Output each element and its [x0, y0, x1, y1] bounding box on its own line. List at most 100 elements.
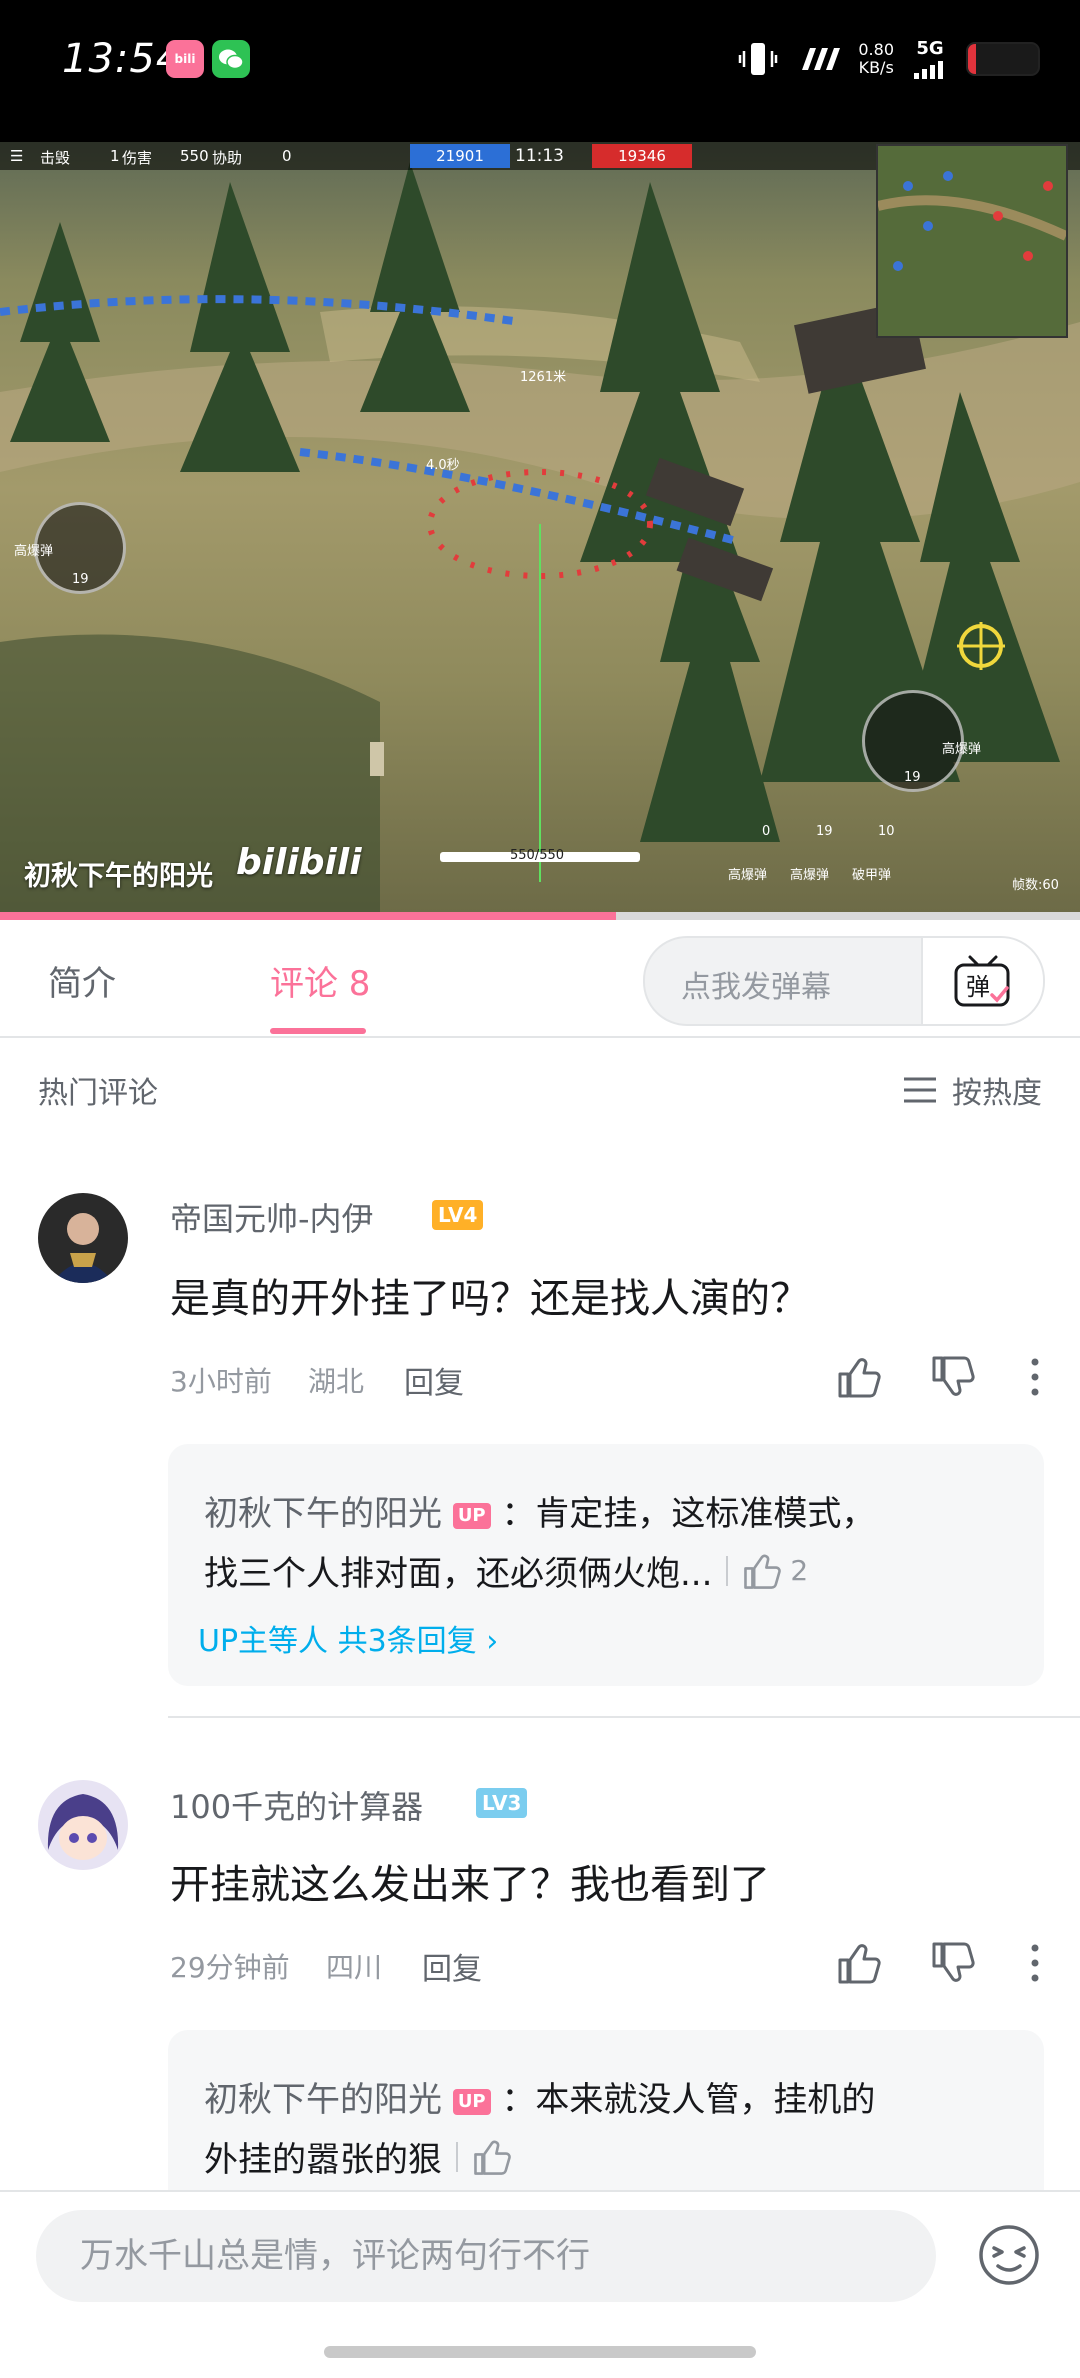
comment-username[interactable]: 100千克的计算器 — [170, 1782, 423, 1828]
status-icons: 0.80 KB/s 5G — [738, 36, 1040, 82]
comment-divider — [168, 1716, 1080, 1718]
sub-reply-username[interactable]: 初秋下午的阳光 — [204, 1494, 442, 1534]
danmaku-input[interactable]: 点我发弹幕 弹 — [643, 936, 1045, 1026]
sub-reply-line-1: 初秋下午的阳光 UP ：本来就没人管，挂机的 — [204, 2072, 875, 2121]
sub-reply-line-2: 找三个人排对面，还必须俩火炮... 2 — [204, 1546, 808, 1595]
thumbs-down-icon[interactable] — [930, 1354, 976, 1400]
signal-strength-icon — [802, 48, 841, 70]
more-replies-text: UP主等人 共3条回复 — [198, 1624, 477, 1659]
sub-reply-like-count: 2 — [790, 1554, 809, 1587]
danmaku-tv-icon: 弹 — [954, 955, 1010, 1007]
hud-assist-label: 协助 — [212, 149, 243, 167]
cellular-bars-icon — [914, 61, 943, 79]
fps-counter: 帧数:60 — [1012, 878, 1059, 893]
video-watermark-name: 初秋下午的阳光 — [24, 861, 213, 892]
left-ammo-label: 高爆弹 — [14, 544, 54, 559]
red-team-score: 19346 — [592, 144, 692, 168]
comment-text: 是真的开外挂了吗？还是找人演的？ — [170, 1276, 810, 1322]
avatar[interactable] — [38, 1193, 128, 1283]
hud-damage-value: 550 — [180, 147, 209, 165]
svg-text:弹: 弹 — [966, 973, 990, 1001]
video-progress-bar[interactable] — [0, 912, 1080, 920]
ammo-slot-1-count: 0 — [762, 824, 771, 839]
danmaku-placeholder: 点我发弹幕 — [681, 970, 831, 1005]
thumbs-up-icon[interactable] — [836, 1940, 882, 1986]
hp-text: 550/550 — [510, 848, 565, 863]
sort-label: 按热度 — [952, 1076, 1042, 1111]
hud-assist-count: 0 — [282, 147, 292, 165]
thumbs-up-icon[interactable] — [742, 1551, 782, 1591]
sort-button[interactable]: 按热度 — [902, 1068, 1042, 1112]
network-type: 5G — [912, 39, 948, 79]
hot-comments-title: 热门评论 — [38, 1076, 158, 1111]
sub-reply-divider — [456, 2141, 458, 2172]
network-speed: 0.80 KB/s — [858, 40, 894, 77]
bilibili-watermark-logo: bilibili — [236, 842, 362, 883]
tab-intro[interactable]: 简介 — [48, 956, 116, 1005]
level-badge: LV4 — [432, 1200, 484, 1230]
blue-team-score: 21901 — [410, 144, 510, 168]
ammo-slot-3-label[interactable]: 破甲弹 — [852, 864, 891, 883]
ammo-slot-2-label[interactable]: 高爆弹 — [790, 864, 829, 883]
comment-input[interactable] — [36, 2210, 936, 2302]
emoji-face-icon[interactable] — [974, 2220, 1044, 2290]
chevron-right-icon: › — [486, 1624, 499, 1659]
home-indicator[interactable] — [324, 2346, 756, 2358]
video-progress-fill — [0, 912, 616, 920]
left-ammo-count: 19 — [72, 572, 89, 587]
status-bar: 13:54 bili 0.80 KB/s 5G — [0, 0, 1080, 142]
tab-comments[interactable]: 评论 8 — [270, 956, 370, 1005]
comment-location: 湖北 — [308, 1365, 365, 1398]
up-badge: UP — [452, 1502, 491, 1529]
status-time: 13:54 — [62, 36, 183, 82]
hud-damage-label: 伤害 — [122, 149, 153, 167]
more-vertical-icon[interactable] — [1012, 1354, 1058, 1400]
more-vertical-icon[interactable] — [1012, 1940, 1058, 1986]
up-badge: UP — [452, 2088, 491, 2115]
sub-reply-text-1: ：本来就没人管，挂机的 — [501, 2080, 876, 2120]
menu-lines-icon — [904, 1077, 936, 1103]
video-player[interactable]: ☰ 击毁 1 伤害 550 协助 0 21901 11:13 19346 126… — [0, 142, 1080, 912]
comment-text: 开挂就这么发出来了？我也看到了 — [170, 1862, 770, 1908]
sub-reply-line-2: 外挂的嚣张的狠 — [204, 2132, 512, 2181]
match-timer: 11:13 — [515, 146, 564, 166]
sub-reply-box[interactable]: 初秋下午的阳光 UP ：肯定挂，这标准模式， 找三个人排对面，还必须俩火炮...… — [168, 1444, 1044, 1686]
tab-active-indicator — [270, 1028, 366, 1034]
sub-reply-divider — [726, 1555, 729, 1586]
reply-button[interactable]: 回复 — [404, 1358, 464, 1402]
level-badge: LV3 — [476, 1788, 528, 1818]
sub-reply-username[interactable]: 初秋下午的阳光 — [204, 2080, 442, 2120]
comment-time: 3小时前 — [170, 1365, 272, 1398]
avatar[interactable] — [38, 1780, 128, 1870]
bilibili-app-icon: bili — [166, 40, 204, 78]
sub-reply-text-2: 外挂的嚣张的狠 — [204, 2140, 442, 2180]
comment-username[interactable]: 帝国元帅-内伊 — [170, 1194, 374, 1240]
thumbs-up-icon[interactable] — [836, 1354, 882, 1400]
right-ammo-label: 高爆弹 — [942, 742, 982, 757]
sub-reply-line-1: 初秋下午的阳光 UP ：肯定挂，这标准模式， — [204, 1486, 875, 1535]
hud-destroy-count: 1 — [110, 147, 120, 165]
hud-reload: 4.0秒 — [426, 458, 460, 473]
comment-input-bar — [0, 2190, 1080, 2378]
sub-reply-text-1: ：肯定挂，这标准模式， — [501, 1494, 876, 1534]
comment-location: 四川 — [326, 1951, 383, 1984]
ammo-slot-3-count: 10 — [878, 824, 895, 839]
more-replies-link[interactable]: UP主等人 共3条回复 › — [198, 1616, 498, 1660]
hud-destroy-label: 击毁 — [40, 149, 71, 167]
battery-icon — [966, 42, 1040, 76]
comment-time: 29分钟前 — [170, 1951, 290, 1984]
vibrate-icon — [739, 43, 778, 75]
hud-distance: 1261米 — [520, 370, 567, 385]
crosshair-icon[interactable] — [955, 620, 1007, 672]
danmaku-toggle-button[interactable]: 弹 — [921, 938, 1043, 1024]
right-ammo-count: 19 — [904, 770, 921, 785]
ammo-slot-1-label[interactable]: 高爆弹 — [728, 864, 767, 883]
wechat-app-icon — [212, 40, 250, 78]
minimap — [876, 144, 1069, 338]
reply-button[interactable]: 回复 — [422, 1944, 482, 1988]
thumbs-down-icon[interactable] — [930, 1940, 976, 1986]
thumbs-up-icon[interactable] — [472, 2137, 512, 2177]
ammo-slot-2-count: 19 — [816, 824, 833, 839]
hud-menu-icon: ☰ — [10, 147, 24, 165]
comment-input-wrapper[interactable] — [36, 2210, 936, 2302]
